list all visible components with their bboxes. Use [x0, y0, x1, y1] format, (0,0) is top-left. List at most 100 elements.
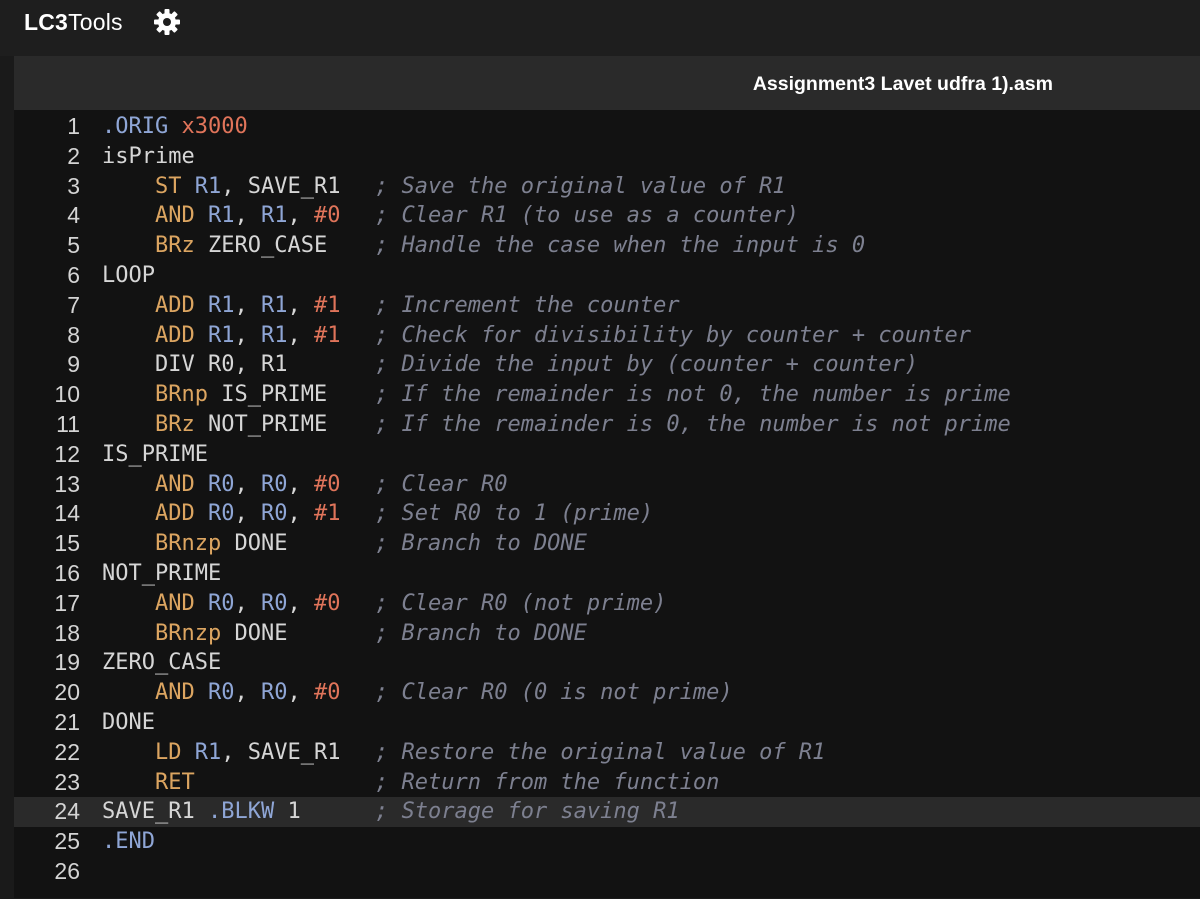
- code-comment: ; Check for divisibility by counter + co…: [375, 322, 972, 348]
- code-text: LD R1, SAVE_R1: [102, 738, 340, 768]
- line-number: 17: [54, 589, 80, 616]
- code-token: ,: [287, 471, 314, 497]
- code-line[interactable]: 4 AND R1, R1, #0 ; Clear R1 (to use as a …: [14, 201, 1200, 231]
- code-line[interactable]: 23 RET ; Return from the function: [14, 768, 1200, 798]
- code-line[interactable]: 10 BRnp IS_PRIME ; If the remainder is no…: [14, 380, 1200, 410]
- code-comment: ; Set R0 to 1 (prime): [375, 501, 654, 527]
- code-token: ,: [234, 471, 261, 497]
- code-line[interactable]: 14 ADD R0, R0, #1 ; Set R0 to 1 (prime): [14, 499, 1200, 529]
- code-line[interactable]: 13 AND R0, R0, #0 ; Clear R0: [14, 470, 1200, 500]
- code-comment: ; Return from the function: [375, 769, 720, 795]
- gear-icon[interactable]: [153, 8, 181, 36]
- line-number: 15: [54, 530, 80, 557]
- line-number: 8: [67, 321, 80, 348]
- code-line[interactable]: 25 .END: [14, 827, 1200, 857]
- code-line[interactable]: 2 isPrime: [14, 142, 1200, 172]
- code-token: BRz: [154, 412, 195, 437]
- code-token: ,: [287, 680, 314, 706]
- code-line[interactable]: 6 LOOP: [14, 261, 1200, 291]
- line-number: 5: [67, 232, 80, 259]
- code-token: #0: [313, 471, 341, 497]
- code-token: ,: [234, 352, 261, 378]
- line-number: 26: [54, 858, 80, 884]
- code-line[interactable]: 15 BRnzp DONE ; Branch to DONE: [14, 529, 1200, 559]
- code-line[interactable]: 1 .ORIG x3000: [14, 112, 1200, 142]
- line-number: 16: [54, 560, 80, 586]
- line-number: 22: [54, 738, 80, 765]
- line-number: 14: [54, 500, 80, 527]
- file-tab[interactable]: Assignment3 Lavet udfra 1).asm: [753, 70, 1053, 98]
- code-line[interactable]: 12 IS_PRIME: [14, 440, 1200, 470]
- code-token: ZERO_CASE: [207, 233, 328, 259]
- code-line[interactable]: 9 DIV R0, R1 ; Divide the input by (count…: [14, 350, 1200, 380]
- code-line[interactable]: 8 ADD R1, R1, #1 ; Check for divisibility…: [14, 321, 1200, 351]
- code-line[interactable]: 11 BRz NOT_PRIME ; If the remainder is 0,…: [14, 410, 1200, 440]
- line-number: 24: [54, 798, 80, 825]
- code-token: SAVE_R1: [247, 739, 341, 765]
- code-line[interactable]: 24 SAVE_R1 .BLKW 1 ; Storage for saving R1: [14, 797, 1200, 828]
- code-text: BRnzp DONE: [102, 529, 287, 559]
- code-line[interactable]: 18 BRnzp DONE ; Branch to DONE: [14, 619, 1200, 649]
- code-text: AND R0, R0, #0: [102, 589, 341, 619]
- code-token: R1: [194, 173, 222, 199]
- code-text: ADD R1, R1, #1: [102, 291, 341, 321]
- code-token: NOT_PRIME: [102, 561, 222, 586]
- line-number: 1: [67, 113, 80, 139]
- code-text: .END: [102, 827, 155, 857]
- code-line[interactable]: 7 ADD R1, R1, #1 ; Increment the counter: [14, 291, 1200, 321]
- code-token: ADD: [154, 322, 195, 348]
- code-text: DIV R0, R1: [102, 350, 287, 380]
- code-token: R0: [260, 501, 288, 527]
- app-title-bold: LC3: [24, 9, 69, 35]
- code-token: .ORIG: [102, 114, 169, 139]
- code-line[interactable]: 20 AND R0, R0, #0 ; Clear R0 (0 is not pr…: [14, 678, 1200, 708]
- code-line[interactable]: 5 BRz ZERO_CASE ; Handle the case when th…: [14, 231, 1200, 261]
- code-comment: ; Branch to DONE: [375, 531, 587, 557]
- code-text: ZERO_CASE: [102, 648, 221, 678]
- code-token: #0: [313, 680, 341, 706]
- code-token: BRnp: [154, 382, 208, 408]
- code-token: BRz: [154, 233, 195, 259]
- code-token: BRnzp: [154, 531, 222, 557]
- code-line[interactable]: 21 DONE: [14, 708, 1200, 738]
- code-token: isPrime: [102, 143, 195, 169]
- code-line[interactable]: 3 ST R1, SAVE_R1 ; Save the original valu…: [14, 172, 1200, 202]
- code-line[interactable]: 22 LD R1, SAVE_R1 ; Restore the original …: [14, 738, 1200, 768]
- code-token: R0: [207, 680, 235, 706]
- code-token: ,: [287, 203, 314, 229]
- code-text: ADD R1, R1, #1: [102, 321, 341, 351]
- code-line[interactable]: 17 AND R0, R0, #0 ; Clear R0 (not prime): [14, 589, 1200, 619]
- code-token: R0: [260, 471, 288, 497]
- code-token: .END: [102, 829, 155, 855]
- line-number: 18: [54, 619, 80, 646]
- code-token: R0: [207, 471, 235, 497]
- line-number: 12: [54, 440, 80, 467]
- code-token: DONE: [102, 710, 155, 735]
- code-token: LD: [154, 739, 182, 765]
- code-token: R0: [207, 590, 235, 616]
- code-comment: ; If the remainder is 0, the number is n…: [375, 412, 1011, 437]
- code-line[interactable]: 19 ZERO_CASE: [14, 648, 1200, 678]
- code-line[interactable]: 16 NOT_PRIME: [14, 559, 1200, 589]
- code-line[interactable]: 26: [14, 857, 1200, 887]
- line-number: 23: [54, 768, 80, 795]
- code-token: IS_PRIME: [221, 382, 328, 408]
- code-editor[interactable]: 1 .ORIG x3000 2 isPrime 3 ST R1, SAVE_R1 ; Sa…: [14, 110, 1200, 898]
- code-text: BRnzp DONE: [102, 619, 287, 649]
